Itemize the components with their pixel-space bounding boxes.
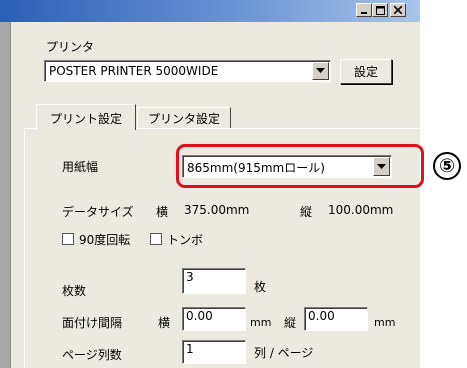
title-bar bbox=[0, 0, 420, 22]
gap-horizontal-input[interactable]: 0.00 bbox=[182, 307, 246, 331]
columns-per-page-unit: 列 / ページ bbox=[254, 346, 314, 360]
gap-vertical-value: 0.00 bbox=[308, 309, 335, 323]
maximize-icon bbox=[375, 5, 385, 15]
data-size-height-label: 縦 bbox=[300, 205, 313, 219]
rotate90-label: 90度回転 bbox=[79, 233, 131, 247]
tab-printer-settings-label: プリンタ設定 bbox=[147, 112, 220, 126]
tab-printer-settings[interactable]: プリンタ設定 bbox=[137, 107, 231, 128]
data-size-width-label: 横 bbox=[156, 205, 169, 219]
tab-print-settings-label: プリント設定 bbox=[49, 112, 122, 126]
printer-select[interactable]: POSTER PRINTER 5000WIDE bbox=[44, 60, 331, 82]
tab-print-settings[interactable]: プリント設定 bbox=[36, 104, 136, 130]
copies-label: 枚数 bbox=[62, 284, 87, 298]
printer-settings-button[interactable]: 設定 bbox=[340, 59, 392, 84]
background-window-strip bbox=[0, 22, 10, 368]
minimize-icon bbox=[361, 12, 367, 14]
data-size-height-value: 100.00mm bbox=[328, 203, 394, 217]
highlight-box bbox=[176, 144, 424, 188]
gap-vertical-input[interactable]: 0.00 bbox=[304, 307, 368, 331]
dropdown-arrow-icon bbox=[316, 68, 325, 73]
columns-per-page-label: ページ列数 bbox=[62, 348, 122, 362]
printer-label: プリンタ bbox=[46, 40, 95, 54]
gap-horizontal-value: 0.00 bbox=[186, 309, 213, 323]
rotate90-checkbox[interactable] bbox=[62, 233, 74, 245]
columns-per-page-input[interactable]: 1 bbox=[182, 340, 246, 364]
data-size-width-value: 375.00mm bbox=[184, 203, 250, 217]
minimize-button[interactable] bbox=[356, 3, 372, 17]
printer-settings-button-label: 設定 bbox=[353, 65, 378, 79]
paper-width-label: 用紙幅 bbox=[62, 160, 99, 174]
copies-unit: 枚 bbox=[254, 280, 267, 294]
maximize-button[interactable] bbox=[372, 3, 388, 17]
copies-input-value: 3 bbox=[186, 270, 194, 284]
gap-horizontal-label: 横 bbox=[158, 316, 171, 330]
crop-marks-label: トンボ bbox=[167, 233, 204, 247]
copies-input[interactable]: 3 bbox=[182, 268, 246, 294]
close-button[interactable] bbox=[390, 3, 406, 17]
printer-dropdown-button[interactable] bbox=[312, 62, 329, 80]
step-marker: ⑤ bbox=[433, 152, 461, 180]
gap-horizontal-unit: mm bbox=[250, 316, 272, 329]
close-icon bbox=[394, 6, 402, 14]
gap-vertical-unit: mm bbox=[374, 316, 396, 329]
gap-vertical-label: 縦 bbox=[284, 316, 297, 330]
data-size-label: データサイズ bbox=[62, 205, 134, 219]
imposition-gap-label: 面付け間隔 bbox=[62, 316, 123, 330]
columns-per-page-value: 1 bbox=[186, 342, 194, 356]
crop-marks-checkbox[interactable] bbox=[150, 233, 162, 245]
printer-select-value: POSTER PRINTER 5000WIDE bbox=[49, 64, 219, 78]
